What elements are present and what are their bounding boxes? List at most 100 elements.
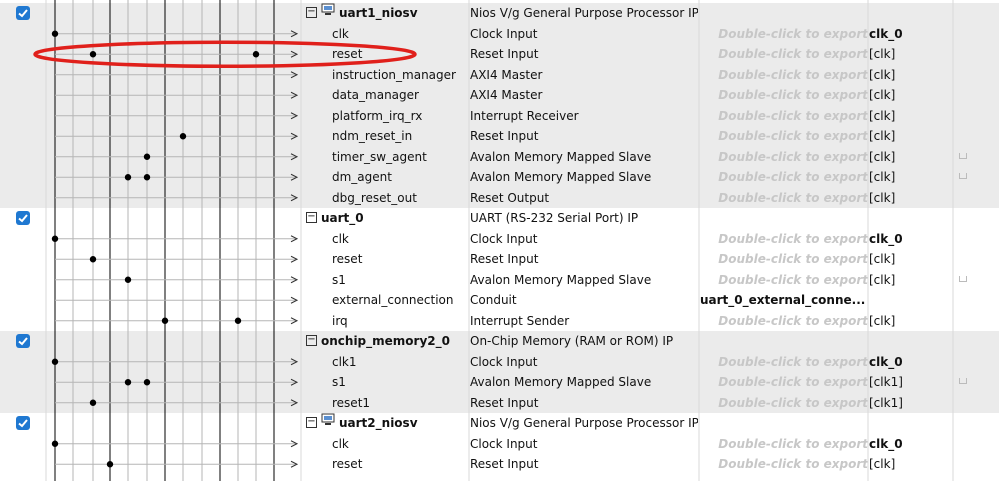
- export-cell[interactable]: Double-click to export: [700, 167, 868, 188]
- clock-cell[interactable]: [869, 290, 953, 311]
- clock-cell[interactable]: [clk]: [869, 85, 953, 106]
- clock-cell[interactable]: [clk]: [869, 188, 953, 209]
- port-row[interactable]: instruction_manager AXI4 Master Double-cli…: [0, 65, 999, 86]
- port-name[interactable]: dbg_reset_out: [302, 188, 498, 209]
- export-cell[interactable]: Double-click to export: [700, 270, 868, 291]
- port-type: Conduit: [470, 293, 517, 307]
- clock-cell[interactable]: [clk]: [869, 270, 953, 291]
- enable-checkbox[interactable]: [16, 211, 30, 225]
- port-row[interactable]: reset Reset Input Double-click to export [c…: [0, 454, 999, 475]
- collapse-toggle-icon[interactable]: −: [306, 335, 317, 346]
- export-cell[interactable]: Double-click to export: [700, 311, 868, 332]
- lock-icon: [959, 275, 967, 282]
- export-cell[interactable]: Double-click to export: [700, 249, 868, 270]
- clock-cell[interactable]: [clk]: [869, 167, 953, 188]
- export-cell[interactable]: Double-click to export: [700, 352, 868, 373]
- export-cell[interactable]: Double-click to export: [700, 454, 868, 475]
- enable-cell: [0, 208, 46, 229]
- export-cell[interactable]: Double-click to export: [700, 65, 868, 86]
- clock-cell[interactable]: clk_0: [869, 229, 953, 250]
- component-name-cell: − uart1_niosv: [302, 3, 468, 24]
- export-cell[interactable]: uart_0_external_conne...: [700, 290, 868, 311]
- clock-cell[interactable]: [clk1]: [869, 372, 953, 393]
- port-row[interactable]: platform_irq_rx Interrupt Receiver Double-…: [0, 106, 999, 127]
- port-name[interactable]: s1: [302, 270, 498, 291]
- export-cell[interactable]: Double-click to export: [700, 393, 868, 414]
- port-name[interactable]: s1: [302, 372, 498, 393]
- export-cell[interactable]: Double-click to export: [700, 44, 868, 65]
- clock-cell[interactable]: [clk]: [869, 126, 953, 147]
- clock-cell[interactable]: clk_0: [869, 24, 953, 45]
- port-name[interactable]: reset: [302, 454, 498, 475]
- port-row[interactable]: external_connection Conduit uart_0_externa…: [0, 290, 999, 311]
- port-name[interactable]: irq: [302, 311, 498, 332]
- export-cell[interactable]: Double-click to export: [700, 188, 868, 209]
- component-name[interactable]: uart1_niosv: [339, 6, 418, 20]
- port-name[interactable]: clk: [302, 434, 498, 455]
- port-row[interactable]: data_manager AXI4 Master Double-click to e…: [0, 85, 999, 106]
- export-cell[interactable]: Double-click to export: [700, 434, 868, 455]
- clock-cell[interactable]: clk_0: [869, 434, 953, 455]
- port-name[interactable]: dm_agent: [302, 167, 498, 188]
- clock-cell[interactable]: [clk]: [869, 106, 953, 127]
- port-row[interactable]: reset Reset Input Double-click to export [c…: [0, 44, 999, 65]
- clock-cell[interactable]: [clk1]: [869, 393, 953, 414]
- port-row[interactable]: dbg_reset_out Reset Output Double-click to…: [0, 188, 999, 209]
- port-name[interactable]: reset: [302, 44, 498, 65]
- enable-checkbox[interactable]: [16, 416, 30, 430]
- collapse-toggle-icon[interactable]: −: [306, 417, 317, 428]
- export-cell[interactable]: Double-click to export: [700, 372, 868, 393]
- component-name[interactable]: uart_0: [321, 211, 364, 225]
- port-row[interactable]: reset1 Reset Input Double-click to export[…: [0, 393, 999, 414]
- port-row[interactable]: dm_agent Avalon Memory Mapped Slave Double…: [0, 167, 999, 188]
- export-cell[interactable]: Double-click to export: [700, 126, 868, 147]
- enable-checkbox[interactable]: [16, 6, 30, 20]
- clock-cell[interactable]: [clk]: [869, 454, 953, 475]
- clock-cell[interactable]: [clk]: [869, 44, 953, 65]
- port-name[interactable]: timer_sw_agent: [302, 147, 498, 168]
- collapse-toggle-icon[interactable]: −: [306, 212, 317, 223]
- port-type: Avalon Memory Mapped Slave: [470, 170, 652, 184]
- export-cell[interactable]: Double-click to export: [700, 24, 868, 45]
- port-row[interactable]: timer_sw_agent Avalon Memory Mapped Slave…: [0, 147, 999, 168]
- component-name[interactable]: uart2_niosv: [339, 416, 418, 430]
- port-name[interactable]: reset: [302, 249, 498, 270]
- port-name[interactable]: external_connection: [302, 290, 498, 311]
- export-cell[interactable]: Double-click to export: [700, 147, 868, 168]
- export-cell[interactable]: Double-click to export: [700, 85, 868, 106]
- enable-checkbox[interactable]: [16, 334, 30, 348]
- export-cell[interactable]: Double-click to export: [700, 229, 868, 250]
- clock-cell[interactable]: [clk]: [869, 249, 953, 270]
- port-row[interactable]: s1 Avalon Memory Mapped Slave Double-click…: [0, 372, 999, 393]
- port-name[interactable]: data_manager: [302, 85, 498, 106]
- port-row[interactable]: clk Clock Input Double-click to export clk_…: [0, 24, 999, 45]
- component-description: Nios V/g General Purpose Processor IP: [470, 416, 698, 430]
- port-name[interactable]: ndm_reset_in: [302, 126, 498, 147]
- port-name[interactable]: reset1: [302, 393, 498, 414]
- port-type: Reset Input: [470, 457, 539, 471]
- collapse-toggle-icon[interactable]: −: [306, 7, 317, 18]
- port-row[interactable]: clk Clock Input Double-click to export clk_…: [0, 229, 999, 250]
- clock-cell[interactable]: [clk]: [869, 65, 953, 86]
- port-name[interactable]: instruction_manager: [302, 65, 498, 86]
- port-row[interactable]: clk1 Clock Input Double-click to export clk…: [0, 352, 999, 373]
- component-row[interactable]: − uart_0 UART (RS-232 Serial Port) IP: [0, 208, 999, 229]
- port-row[interactable]: clk Clock Input Double-click to export clk_…: [0, 434, 999, 455]
- component-name[interactable]: onchip_memory2_0: [321, 334, 450, 348]
- port-name[interactable]: clk: [302, 229, 498, 250]
- port-name[interactable]: clk: [302, 24, 498, 45]
- port-row[interactable]: reset Reset Input Double-click to export [c…: [0, 249, 999, 270]
- component-row[interactable]: − uart1_niosv Nios V/g General Purpose Pro…: [0, 3, 999, 24]
- port-name[interactable]: clk1: [302, 352, 498, 373]
- clock-cell[interactable]: [clk]: [869, 311, 953, 332]
- component-row[interactable]: − uart2_niosv Nios V/g General Purpose Pro…: [0, 413, 999, 434]
- component-row[interactable]: − onchip_memory2_0 On-Chip Memory (RAM or …: [0, 331, 999, 352]
- port-row[interactable]: irq Interrupt Sender Double-click to expor…: [0, 311, 999, 332]
- clock-cell[interactable]: clk_0: [869, 352, 953, 373]
- port-row[interactable]: s1 Avalon Memory Mapped Slave Double-click…: [0, 270, 999, 291]
- clock-cell[interactable]: [clk]: [869, 147, 953, 168]
- port-name[interactable]: platform_irq_rx: [302, 106, 498, 127]
- port-row[interactable]: ndm_reset_in Reset Input Double-click to e…: [0, 126, 999, 147]
- export-cell[interactable]: Double-click to export: [700, 106, 868, 127]
- enable-cell: [0, 413, 46, 434]
